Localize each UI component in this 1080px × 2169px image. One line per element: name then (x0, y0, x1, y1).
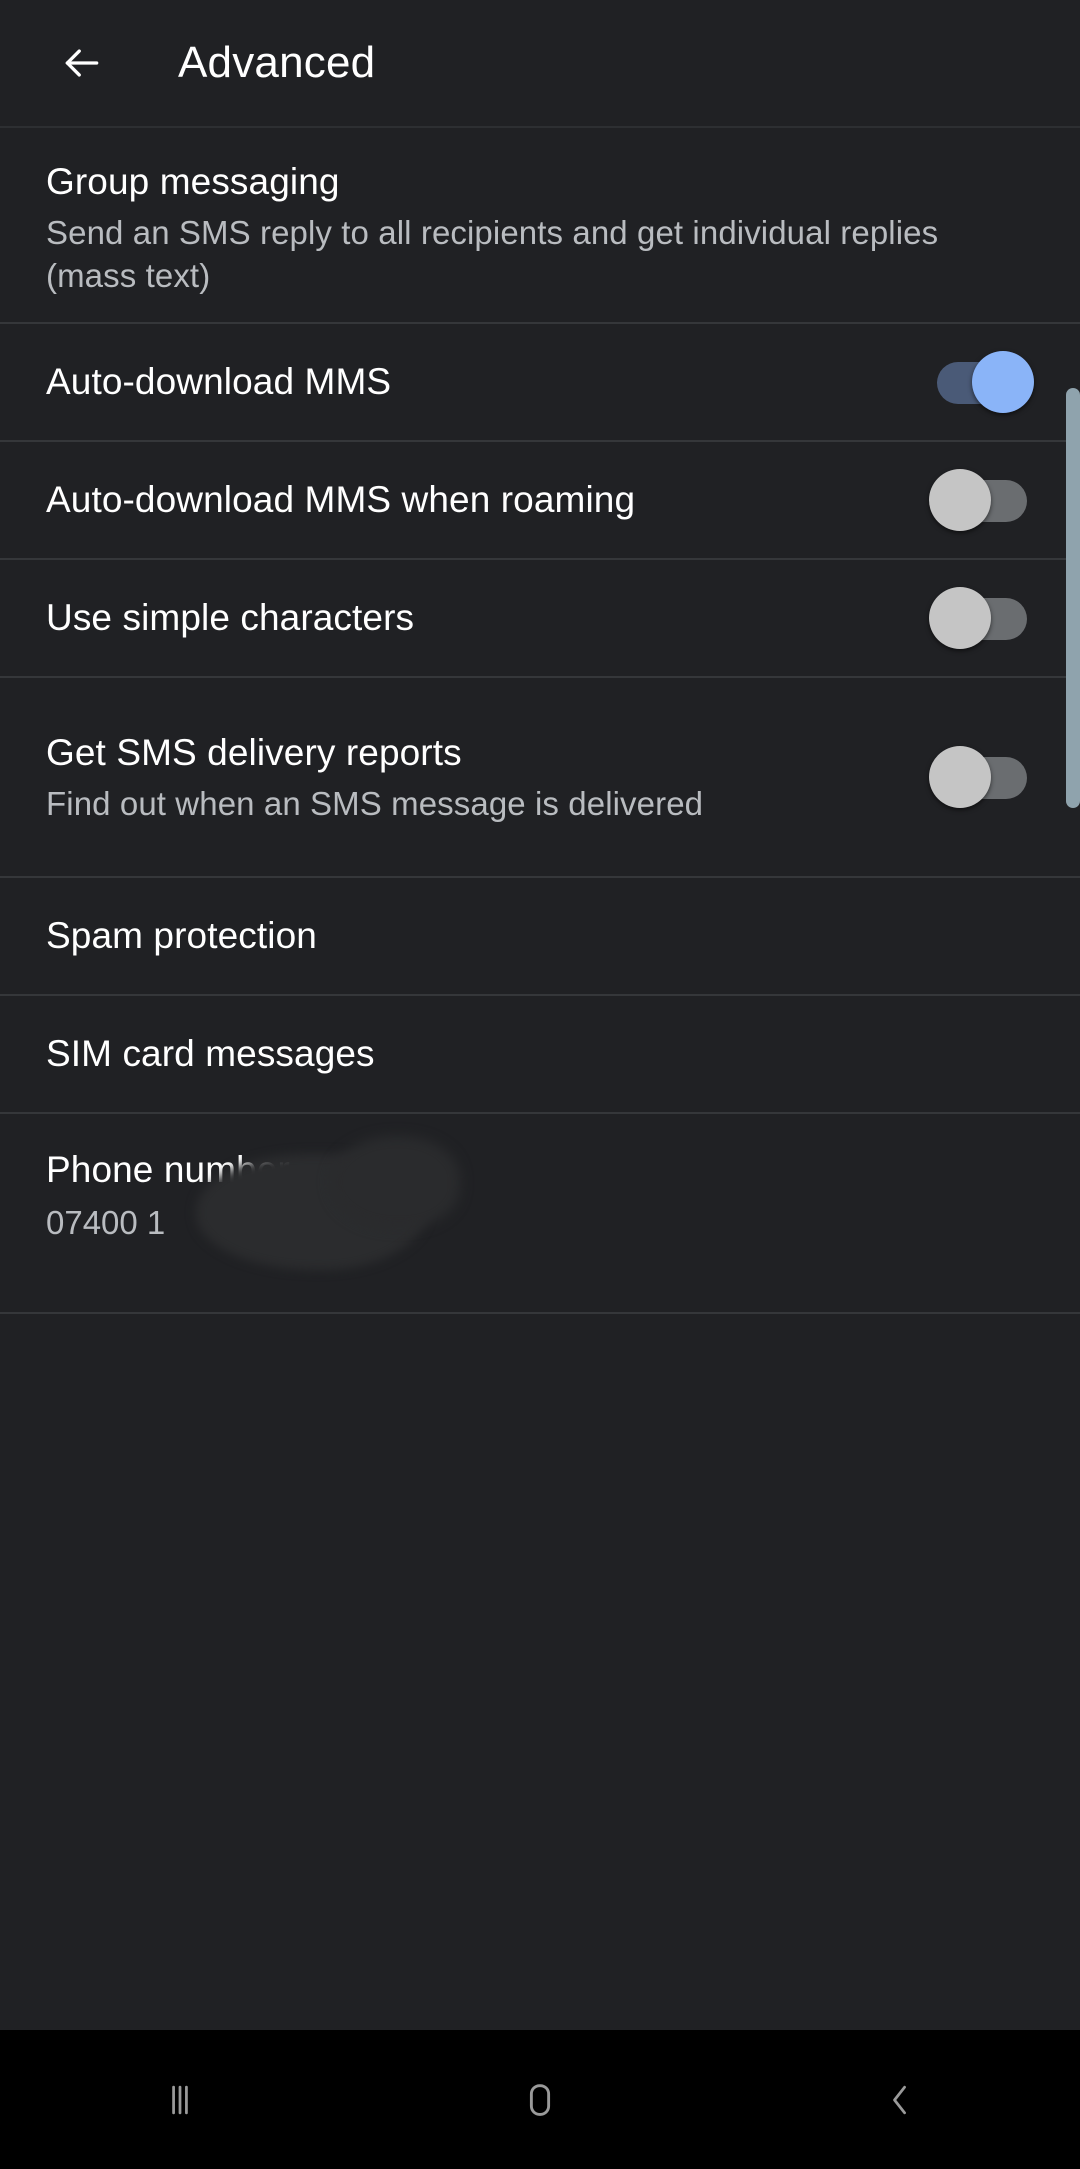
toggle-thumb (929, 746, 991, 808)
setting-title: Phone number (46, 1146, 1016, 1193)
row-text: Group messaging Send an SMS reply to all… (46, 158, 1034, 297)
setting-row-sms-delivery-reports[interactable]: Get SMS delivery reports Find out when a… (0, 676, 1080, 876)
system-navigation-bar (0, 2030, 1080, 2169)
setting-title: Get SMS delivery reports (46, 729, 901, 776)
recents-button[interactable] (0, 2030, 360, 2169)
row-text: Phone number 07400 1 (46, 1146, 1034, 1245)
redaction-smudge-secondary (330, 1136, 460, 1228)
setting-title: Spam protection (46, 912, 1016, 959)
row-text: Auto-download MMS when roaming (46, 476, 919, 523)
row-text: SIM card messages (46, 1030, 1034, 1077)
app-bar: Advanced (0, 0, 1080, 126)
toggle-thumb (929, 469, 991, 531)
setting-row-auto-download-mms-roaming[interactable]: Auto-download MMS when roaming (0, 440, 1080, 558)
home-button[interactable] (360, 2030, 720, 2169)
back-button-nav[interactable] (720, 2030, 1080, 2169)
settings-list[interactable]: Group messaging Send an SMS reply to all… (0, 126, 1080, 2030)
page-title: Advanced (178, 38, 375, 88)
row-text: Auto-download MMS (46, 358, 919, 405)
sms-delivery-reports-toggle[interactable] (929, 746, 1034, 808)
setting-title: Group messaging (46, 158, 1016, 205)
setting-row-sim-card-messages[interactable]: SIM card messages (0, 994, 1080, 1112)
auto-download-mms-roaming-toggle[interactable] (929, 469, 1034, 531)
setting-row-use-simple-characters[interactable]: Use simple characters (0, 558, 1080, 676)
settings-screen: Advanced Group messaging Send an SMS rep… (0, 0, 1080, 2169)
setting-row-phone-number[interactable]: Phone number 07400 1 (0, 1112, 1080, 1312)
setting-row-auto-download-mms[interactable]: Auto-download MMS (0, 322, 1080, 440)
setting-row-group-messaging[interactable]: Group messaging Send an SMS reply to all… (0, 126, 1080, 322)
row-text: Spam protection (46, 912, 1034, 959)
back-button[interactable] (46, 27, 118, 99)
toggle-thumb (929, 587, 991, 649)
setting-subtitle: Find out when an SMS message is delivere… (46, 783, 901, 825)
arrow-left-icon (60, 41, 104, 85)
setting-title: Use simple characters (46, 594, 901, 641)
setting-subtitle: Send an SMS reply to all recipients and … (46, 212, 1016, 296)
home-icon (517, 2077, 563, 2123)
setting-row-spam-protection[interactable]: Spam protection (0, 876, 1080, 994)
row-text: Use simple characters (46, 594, 919, 641)
scrollbar-thumb[interactable] (1066, 388, 1080, 808)
back-chevron-icon (878, 2078, 922, 2122)
auto-download-mms-toggle[interactable] (929, 351, 1034, 413)
setting-title: Auto-download MMS (46, 358, 901, 405)
setting-title: Auto-download MMS when roaming (46, 476, 901, 523)
phone-number-value: 07400 1 (46, 1202, 1016, 1244)
use-simple-characters-toggle[interactable] (929, 587, 1034, 649)
row-text: Get SMS delivery reports Find out when a… (46, 729, 919, 826)
list-empty-area (0, 1312, 1080, 1314)
recents-icon (158, 2078, 202, 2122)
toggle-thumb (972, 351, 1034, 413)
setting-title: SIM card messages (46, 1030, 1016, 1077)
